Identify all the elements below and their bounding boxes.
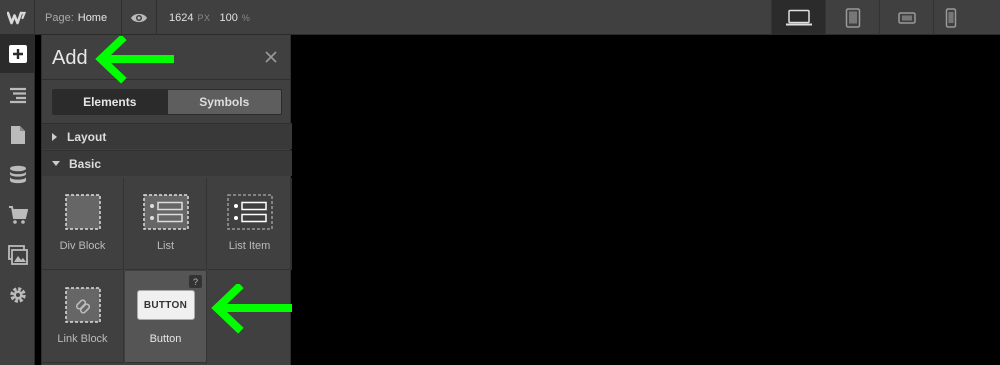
tablet-icon[interactable] xyxy=(825,0,879,35)
desktop-icon[interactable] xyxy=(771,0,825,35)
elements-symbols-toggle: Elements Symbols xyxy=(52,89,282,115)
navigator-button[interactable] xyxy=(0,75,35,115)
assets-icon xyxy=(7,245,28,265)
section-layout-label: Layout xyxy=(67,129,107,144)
panel-title: Add xyxy=(52,47,88,69)
navigator-icon xyxy=(9,87,26,104)
device-switcher xyxy=(771,0,968,35)
basic-elements-grid: Div Block List List Item Link Block ? BU… xyxy=(42,178,292,365)
section-layout[interactable]: Layout xyxy=(42,123,292,149)
element-label: List Item xyxy=(228,240,271,252)
zoom-unit: % xyxy=(241,12,251,23)
section-basic-label: Basic xyxy=(69,156,102,171)
assets-button[interactable] xyxy=(0,235,35,275)
element-label: Div Block xyxy=(59,240,106,252)
link-block-icon xyxy=(64,271,101,333)
ecommerce-button[interactable] xyxy=(0,195,35,235)
mobile-landscape-icon[interactable] xyxy=(879,0,933,35)
pages-button[interactable] xyxy=(0,115,35,155)
canvas-width-value: 1624 xyxy=(169,11,194,24)
canvas-dimensions: 1624 PX 100 % xyxy=(157,0,259,35)
help-icon[interactable]: ? xyxy=(189,275,202,288)
pages-icon xyxy=(10,126,25,144)
top-bar: Page: Home 1624 PX 100 % xyxy=(0,0,1000,35)
caret-right-icon xyxy=(52,132,57,141)
close-icon[interactable] xyxy=(264,50,278,64)
element-button[interactable]: ? BUTTON Button xyxy=(125,271,207,363)
element-list[interactable]: List xyxy=(125,178,207,270)
add-icon xyxy=(8,45,27,63)
annotation-arrow-button xyxy=(211,284,292,334)
settings-icon xyxy=(9,287,26,303)
section-basic[interactable]: Basic xyxy=(42,150,292,176)
list-item-icon xyxy=(226,178,273,240)
annotation-arrow-add xyxy=(95,36,174,84)
page-label: Page: xyxy=(45,11,74,24)
left-toolbar xyxy=(0,35,35,365)
element-label: Link Block xyxy=(57,333,108,345)
cms-icon xyxy=(9,165,26,184)
zoom-value: 100 xyxy=(219,11,238,24)
webflow-logo-icon[interactable] xyxy=(0,0,35,35)
add-panel-button[interactable] xyxy=(0,35,35,73)
page-selector[interactable]: Page: Home xyxy=(35,0,122,35)
tab-elements[interactable]: Elements xyxy=(53,90,167,114)
tab-symbols[interactable]: Symbols xyxy=(166,90,281,114)
caret-down-icon xyxy=(52,161,60,166)
button-preview: BUTTON xyxy=(136,290,195,320)
mobile-portrait-icon[interactable] xyxy=(933,0,968,35)
element-div-block[interactable]: Div Block xyxy=(42,178,124,270)
cms-button[interactable] xyxy=(0,155,35,195)
canvas-width-unit: PX xyxy=(197,12,211,23)
button-icon: BUTTON xyxy=(136,271,195,333)
preview-eye-icon[interactable] xyxy=(122,0,157,35)
element-list-item[interactable]: List Item xyxy=(208,178,292,270)
element-label: List xyxy=(156,240,175,252)
div-block-icon xyxy=(64,178,101,240)
page-name: Home xyxy=(77,11,108,24)
settings-button[interactable] xyxy=(0,275,35,315)
element-link-block[interactable]: Link Block xyxy=(42,271,124,363)
ecommerce-icon xyxy=(8,206,28,224)
element-label: Button xyxy=(149,333,182,345)
list-icon xyxy=(142,178,189,240)
